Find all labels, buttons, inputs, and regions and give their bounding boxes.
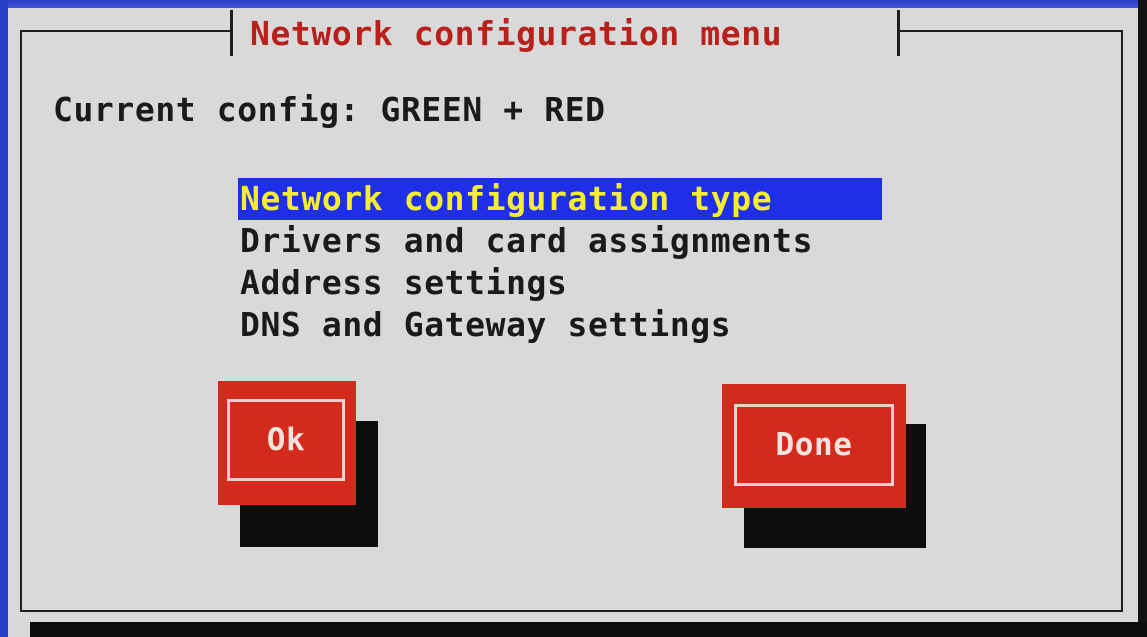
ok-button-focus-box: Ok	[227, 399, 345, 481]
network-config-dialog: Network configuration menu Current confi…	[8, 8, 1138, 622]
ok-button-group: Ok	[218, 381, 378, 547]
screen-background-top	[0, 0, 1147, 8]
dialog-shadow-right	[1138, 0, 1147, 637]
current-config-line: Current config: GREEN + RED	[53, 90, 606, 129]
dialog-title: Network configuration menu	[250, 14, 783, 53]
menu-item-dns-and-gateway-settings[interactable]: DNS and Gateway settings	[238, 304, 888, 346]
current-config-value: GREEN + RED	[380, 90, 606, 129]
done-button-label: Done	[775, 427, 853, 463]
config-menu-list: Network configuration type Drivers and c…	[238, 178, 888, 346]
dialog-title-box: Network configuration menu	[230, 10, 900, 56]
menu-item-address-settings[interactable]: Address settings	[238, 262, 888, 304]
ok-button[interactable]: Ok	[218, 381, 356, 505]
title-bracket-left	[230, 10, 233, 56]
screen: Network configuration menu Current confi…	[0, 0, 1147, 637]
done-button-focus-box: Done	[734, 404, 894, 486]
done-button-group: Done	[722, 384, 928, 548]
menu-item-drivers-and-card-assignments[interactable]: Drivers and card assignments	[238, 220, 888, 262]
current-config-label: Current config:	[53, 90, 361, 129]
dialog-shadow-bottom	[30, 622, 1147, 637]
ok-button-label: Ok	[266, 422, 306, 458]
done-button[interactable]: Done	[722, 384, 906, 508]
title-bracket-right	[897, 10, 900, 56]
menu-item-network-configuration-type[interactable]: Network configuration type	[238, 178, 882, 220]
screen-background-left	[0, 0, 8, 637]
